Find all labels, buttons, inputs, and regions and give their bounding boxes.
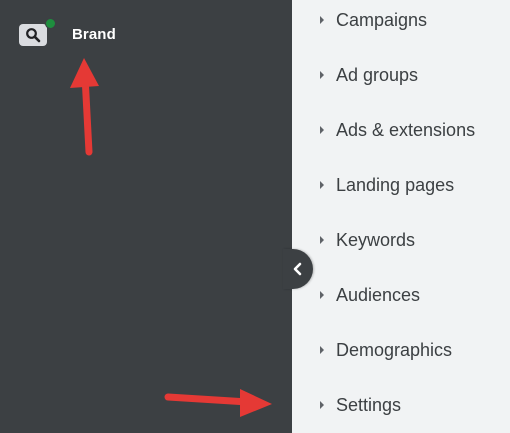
nav-item-label: Audiences: [336, 284, 421, 305]
account-panel: Brand: [0, 0, 292, 433]
nav-item-label: Settings: [336, 394, 402, 415]
nav-item-label: Ads & extensions: [336, 119, 476, 140]
caret-right-icon: [320, 291, 324, 299]
search-icon: [26, 28, 41, 43]
nav-item-label: Ad groups: [336, 64, 419, 85]
chevron-left-icon: [293, 262, 302, 276]
nav-item-label: Keywords: [336, 229, 416, 250]
status-dot: [45, 18, 56, 29]
nav-menu: Campaigns Ad groups Ads & extensions Lan…: [292, 0, 510, 433]
caret-right-icon: [320, 346, 324, 354]
nav-item-settings[interactable]: Settings: [292, 385, 510, 425]
caret-right-icon: [320, 236, 324, 244]
nav-item-demographics[interactable]: Demographics: [292, 330, 510, 370]
nav-item-keywords[interactable]: Keywords: [292, 220, 510, 260]
nav-item-landing-pages[interactable]: Landing pages: [292, 165, 510, 205]
caret-right-icon: [320, 71, 324, 79]
nav-item-campaigns[interactable]: Campaigns: [292, 0, 510, 40]
nav-item-label: Demographics: [336, 339, 453, 360]
caret-right-icon: [320, 181, 324, 189]
nav-item-ads-extensions[interactable]: Ads & extensions: [292, 110, 510, 150]
search-button[interactable]: [19, 24, 47, 46]
nav-item-label: Campaigns: [336, 9, 428, 30]
caret-right-icon: [320, 401, 324, 409]
nav-item-ad-groups[interactable]: Ad groups: [292, 55, 510, 95]
caret-right-icon: [320, 126, 324, 134]
account-name[interactable]: Brand: [72, 26, 116, 43]
nav-item-audiences[interactable]: Audiences: [292, 275, 510, 315]
nav-item-label: Landing pages: [336, 174, 455, 195]
caret-right-icon: [320, 16, 324, 24]
